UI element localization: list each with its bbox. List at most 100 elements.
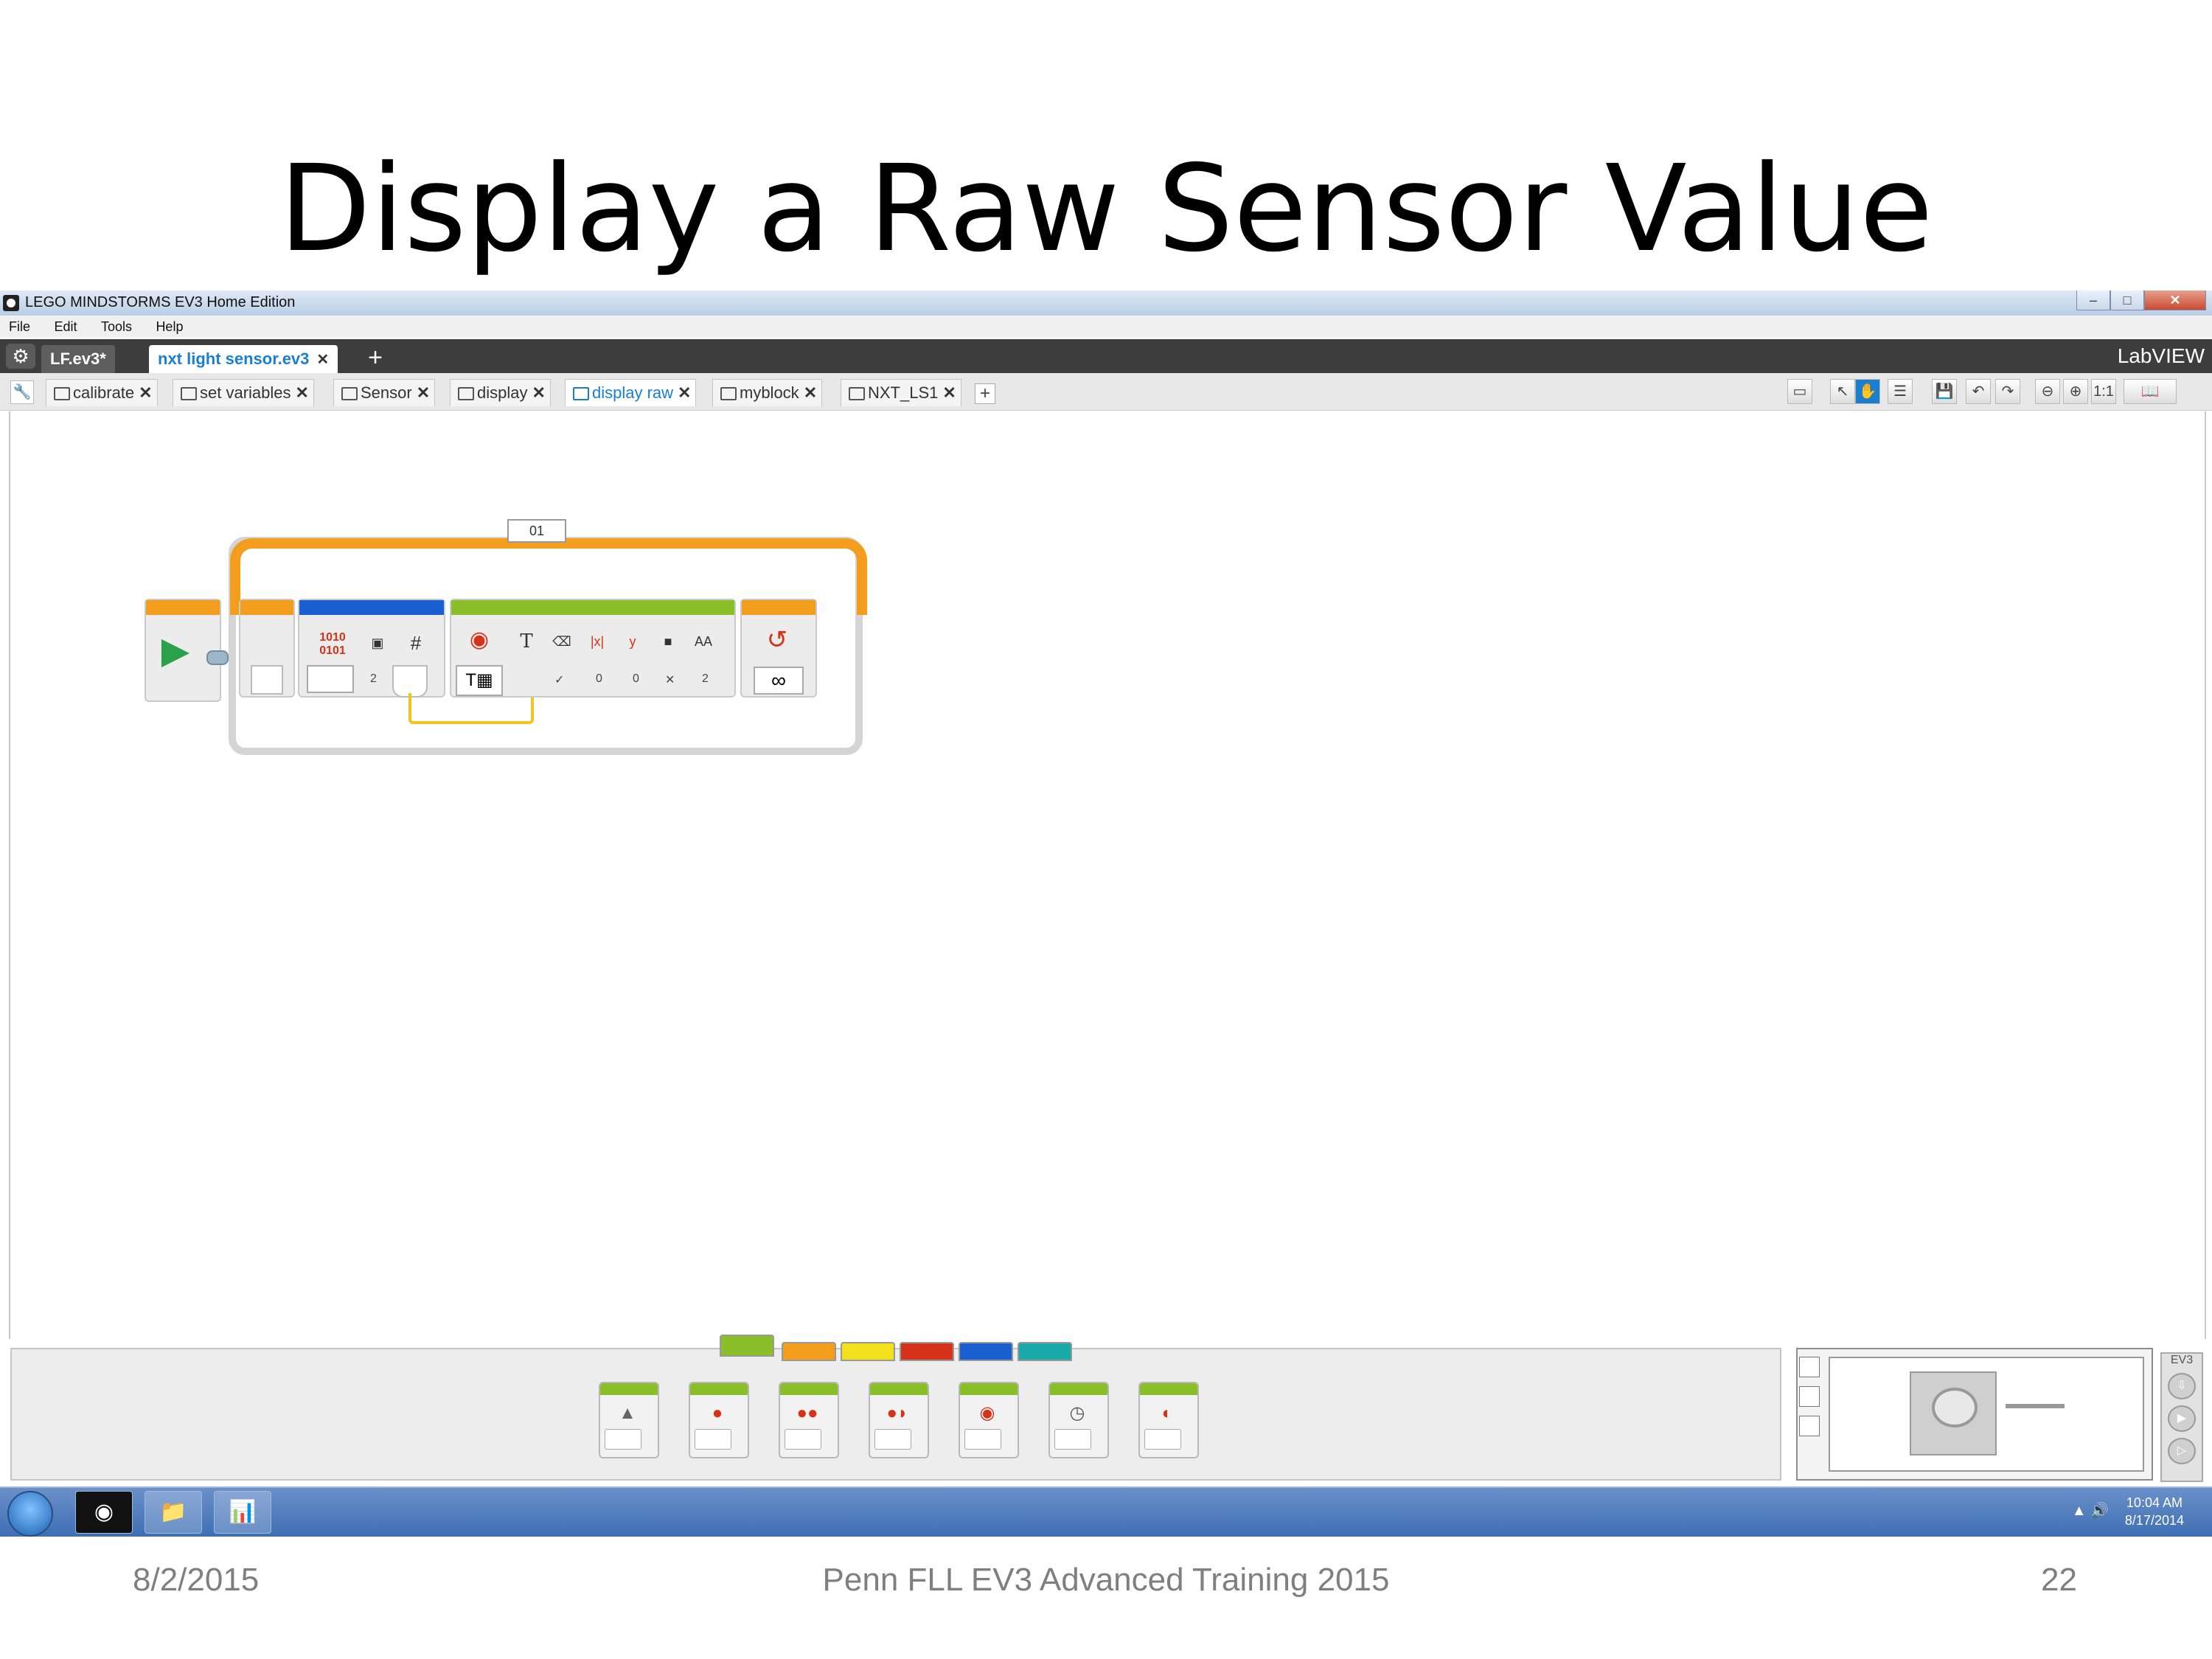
save-icon[interactable]: 💾 (1932, 379, 1957, 404)
app-icon (3, 295, 19, 311)
play-icon[interactable]: ▶ (159, 630, 192, 671)
ev3-brick-image (1910, 1371, 1997, 1455)
project-tab-lf[interactable]: LF.ev3* (41, 345, 115, 373)
raw-sensor-block[interactable]: 1010 0101 ▣ # 2 (298, 599, 445, 698)
add-project-button[interactable]: + (364, 345, 386, 370)
zoom-reset-button[interactable]: 1:1 (2091, 379, 2116, 404)
port-view-icon[interactable] (1799, 1386, 1820, 1407)
close-tab-icon[interactable]: ✕ (296, 383, 309, 402)
start-block[interactable]: ▶ (145, 599, 229, 702)
lobby-icon[interactable]: ⚙ (6, 344, 35, 369)
color-sensor-icon: ● (712, 1403, 723, 1423)
project-tab-nxt-light-sensor[interactable]: nxt light sensor.ev3 ✕ (149, 345, 338, 373)
comment-tool-icon[interactable]: ▭ (1787, 379, 1812, 404)
program-tab-calibrate[interactable]: calibrate ✕ (46, 379, 158, 406)
block-strip (870, 1383, 928, 1395)
close-tab-icon[interactable]: ✕ (678, 383, 691, 402)
loop-end-block[interactable]: ↺ ∞ (740, 599, 817, 698)
pan-tool-icon[interactable]: ✋ (1855, 379, 1880, 404)
close-button[interactable]: ✕ (2144, 291, 2206, 310)
windows-taskbar: ◉ 📁 📊 ▲ 🔊 10:04 AM 8/17/2014 (0, 1486, 2212, 1537)
palette-block-infrared-sensor[interactable]: ●◗ (869, 1382, 929, 1458)
taskbar-powerpoint-icon[interactable]: 📊 (214, 1491, 271, 1534)
palette-block-touch-sensor[interactable]: ◐ (1138, 1382, 1199, 1458)
add-program-button[interactable]: + (975, 383, 995, 404)
display-param-y[interactable]: 0 (633, 672, 639, 686)
menu-help[interactable]: Help (156, 316, 183, 338)
display-param-clear[interactable]: ✓ (554, 672, 564, 687)
zoom-out-icon[interactable]: ⊖ (2035, 379, 2060, 404)
project-tab-label: LF.ev3* (50, 349, 106, 368)
loop-mode-icon[interactable]: ∞ (754, 667, 804, 695)
download-and-run-icon[interactable]: ▶ (2168, 1405, 2196, 1432)
ev3-controller: EV3 ⇩ ▶ ▷ (2160, 1352, 2203, 1482)
program-tab-label: display (477, 383, 528, 402)
taskbar-clock[interactable]: 10:04 AM 8/17/2014 (2125, 1494, 2184, 1529)
close-tab-icon[interactable]: ✕ (532, 383, 545, 402)
palette-block-color-sensor[interactable]: ● (689, 1382, 749, 1458)
tray-volume-icon[interactable]: ▲ 🔊 (2072, 1501, 2109, 1520)
program-tab-display-raw[interactable]: display raw ✕ (565, 379, 697, 406)
menu-tools[interactable]: Tools (101, 316, 132, 338)
display-param-font[interactable]: 2 (702, 672, 709, 686)
content-editor-icon[interactable]: 📖 (2124, 379, 2177, 404)
program-tab-label: myblock (740, 383, 799, 402)
menu-file[interactable]: File (9, 316, 30, 338)
close-tab-icon[interactable]: ✕ (804, 383, 817, 402)
palette-block-timer[interactable]: ◷ (1048, 1382, 1109, 1458)
content-tool-icon[interactable]: ☰ (1888, 379, 1913, 404)
palette-tab-sensor[interactable] (841, 1342, 895, 1361)
select-tool-icon[interactable]: ↖ (1830, 379, 1855, 404)
close-tab-icon[interactable]: ✕ (139, 383, 152, 402)
palette-tab-action[interactable] (720, 1335, 774, 1357)
slide-title: Display a Raw Sensor Value (279, 140, 1933, 279)
taskbar-explorer-icon[interactable]: 📁 (145, 1491, 202, 1534)
close-tab-icon[interactable]: ✕ (417, 383, 430, 402)
palette-tab-myblocks[interactable] (1018, 1342, 1072, 1361)
zoom-in-icon[interactable]: ⊕ (2063, 379, 2088, 404)
start-button[interactable] (7, 1491, 53, 1537)
program-icon (458, 387, 474, 400)
block-strip (146, 600, 220, 615)
maximize-button[interactable]: □ (2110, 291, 2144, 310)
slide-footer: Penn FLL EV3 Advanced Training 2015 (822, 1562, 1390, 1598)
palette-tab-advanced[interactable] (959, 1342, 1013, 1361)
port-value[interactable]: 2 (370, 672, 377, 686)
available-bricks-icon[interactable] (1799, 1416, 1820, 1436)
close-tab-icon[interactable]: ✕ (316, 352, 329, 368)
palette-tab-data[interactable] (900, 1342, 954, 1361)
program-icon (181, 387, 197, 400)
meter-mode-icon[interactable] (307, 665, 354, 693)
menu-edit[interactable]: Edit (54, 316, 77, 338)
program-tab-nxt-ls1[interactable]: NXT_LS1 ✕ (841, 379, 961, 406)
loop-label[interactable]: 01 (507, 519, 566, 543)
menu-bar: File Edit Tools Help (0, 316, 2212, 338)
program-tab-set-variables[interactable]: set variables ✕ (173, 379, 314, 406)
display-block[interactable]: ◉ T ⌫ |x| y ■ AA T▦ ✓ 0 0 ✕ 2 (450, 599, 736, 698)
palette-block-motor-rotation[interactable]: ◉ (959, 1382, 1019, 1458)
run-selected-icon[interactable]: ▷ (2168, 1438, 2196, 1464)
brick-info-icon[interactable] (1799, 1357, 1820, 1377)
palette-block-brick-buttons[interactable]: ▲ (599, 1382, 659, 1458)
block-strip (451, 600, 734, 615)
project-properties-icon[interactable]: 🔧 (10, 380, 34, 404)
program-tab-display[interactable]: display ✕ (450, 379, 551, 406)
numeric-output-icon[interactable]: # (400, 630, 432, 656)
port-selector-icon[interactable]: ▣ (361, 630, 394, 656)
block-strip (780, 1383, 838, 1395)
minimize-button[interactable]: – (2076, 291, 2110, 310)
display-param-x[interactable]: 0 (596, 672, 602, 686)
download-icon[interactable]: ⇩ (2168, 1373, 2196, 1399)
program-tab-myblock[interactable]: myblock ✕ (712, 379, 823, 406)
taskbar-ev3-app-icon[interactable]: ◉ (75, 1491, 133, 1534)
palette-block-gyro-sensor[interactable]: ●● (779, 1382, 839, 1458)
program-icon (573, 387, 589, 400)
undo-icon[interactable]: ↶ (1966, 379, 1991, 404)
display-param-color[interactable]: ✕ (665, 672, 675, 687)
redo-icon[interactable]: ↷ (1995, 379, 2020, 404)
text-grid-mode-icon[interactable]: T▦ (456, 665, 503, 696)
raw-binary-icon: 1010 0101 (314, 631, 351, 658)
palette-tab-flow[interactable] (782, 1342, 836, 1361)
close-tab-icon[interactable]: ✕ (942, 383, 956, 402)
program-tab-sensor[interactable]: Sensor ✕ (333, 379, 436, 406)
